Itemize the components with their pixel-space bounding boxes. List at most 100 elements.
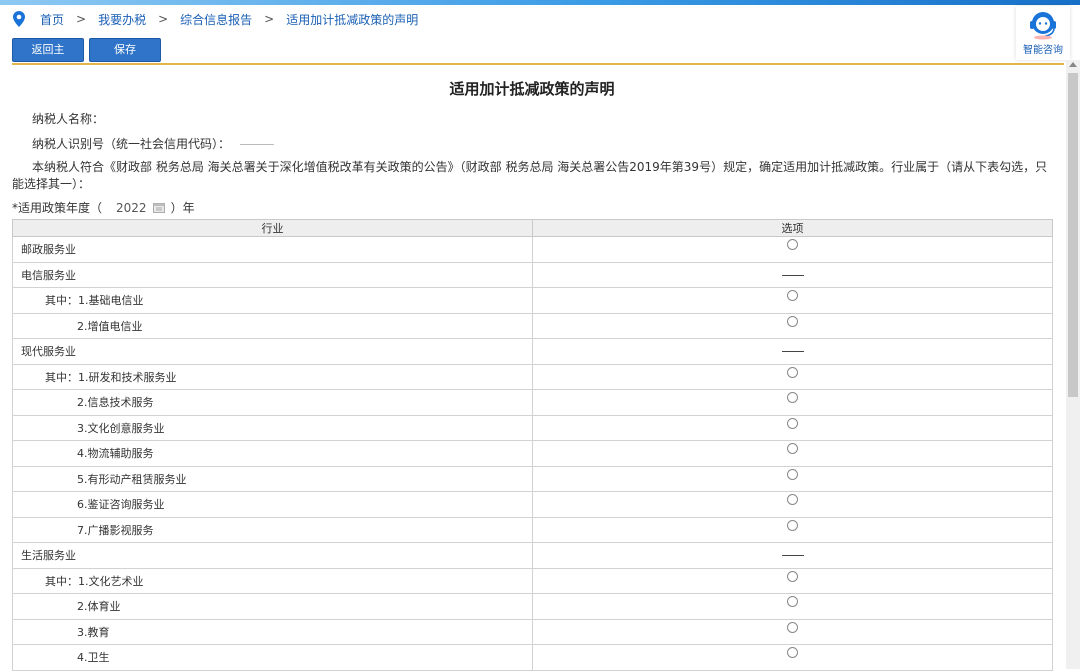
industry-cell: 7.广播影视服务 (12, 516, 533, 543)
industry-cell: 生活服务业 (12, 542, 533, 569)
industry-label: 5.有形动产租赁服务业 (77, 472, 187, 486)
industry-cell: 2.信息技术服务 (12, 389, 533, 416)
industry-radio[interactable] (787, 443, 798, 455)
industry-label: 2.增值电信业 (77, 319, 143, 333)
breadcrumb-current: 适用加计抵减政策的声明 (286, 12, 419, 27)
table-row: 现代服务业 (12, 338, 1053, 365)
industry-label: 邮政服务业 (21, 243, 76, 257)
industry-label: 2.体育业 (77, 600, 121, 614)
header-option: 选项 (532, 219, 1053, 237)
industry-label: 3.教育 (77, 625, 110, 639)
smart-consult-widget[interactable]: 智能咨询 (1016, 6, 1070, 60)
breadcrumb-tax[interactable]: 我要办税 (98, 11, 146, 28)
taxpayer-id-row: 纳税人识别号（统一社会信用代码）： (32, 135, 275, 152)
table-row: 生活服务业 (12, 542, 1053, 569)
header-industry: 行业 (12, 219, 533, 237)
industry-cell: 6.鉴证咨询服务业 (12, 491, 533, 518)
customer-service-icon (1030, 12, 1056, 40)
option-cell (532, 465, 1053, 492)
industry-label: 4.物流辅助服务 (77, 447, 154, 461)
table-body: 邮政服务业电信服务业其中：1.基础电信业 2.增值电信业 现代服务业其中：1.研发和… (12, 236, 1053, 671)
industry-radio[interactable] (787, 392, 798, 404)
table-row: 其中：1.基础电信业 (12, 287, 1053, 314)
breadcrumb-separator: > (264, 12, 275, 26)
industry-label: 4.卫生 (77, 651, 110, 665)
table-row: 4.物流辅助服务 (12, 440, 1053, 467)
scroll-up-arrow-icon[interactable] (1069, 62, 1077, 67)
industry-radio[interactable] (787, 315, 798, 327)
smart-consult-label: 智能咨询 (1023, 45, 1063, 56)
industry-cell: 其中：1.研发和技术服务业 (12, 363, 533, 390)
option-cell (532, 593, 1053, 620)
industry-label: 其中：1.文化艺术业 (45, 574, 144, 588)
option-cell (532, 567, 1053, 594)
industry-label: 电信服务业 (21, 268, 76, 282)
option-cell (532, 261, 1053, 288)
policy-year-row: *适用政策年度（ 2022 ）年 (12, 199, 195, 216)
breadcrumb-home[interactable]: 首页 (40, 11, 64, 28)
option-cell (532, 491, 1053, 518)
industry-radio[interactable] (787, 570, 798, 582)
table-row: 6.鉴证咨询服务业 (12, 491, 1053, 518)
breadcrumb-separator: > (76, 12, 87, 26)
table-header-row: 行业 选项 (12, 219, 1053, 237)
industry-label: 6.鉴证咨询服务业 (77, 498, 165, 512)
back-home-button[interactable]: 返回主页 (12, 38, 84, 78)
industry-radio[interactable] (787, 239, 798, 251)
table-row: 3.教育 (12, 618, 1053, 645)
industry-radio[interactable] (787, 366, 798, 378)
industry-cell: 其中：1.基础电信业 (12, 287, 533, 314)
page-title: 适用加计抵减政策的声明 (449, 80, 615, 98)
industry-cell: 2.增值电信业 (12, 312, 533, 339)
industry-radio[interactable] (787, 647, 798, 659)
breadcrumb-report[interactable]: 综合信息报告 (180, 11, 252, 28)
vertical-scrollbar[interactable] (1066, 60, 1080, 669)
option-cell (532, 389, 1053, 416)
option-cell (532, 287, 1053, 314)
location-pin-icon (13, 11, 25, 27)
table-row: 7.广播影视服务 (12, 516, 1053, 543)
table-row: 其中：1.研发和技术服务业 (12, 363, 1053, 390)
calendar-icon[interactable] (152, 202, 165, 213)
industry-radio[interactable] (787, 417, 798, 429)
industry-cell: 3.教育 (12, 618, 533, 645)
industry-label: 生活服务业 (21, 549, 76, 563)
breadcrumb: 首页 > 我要办税 > 综合信息报告 > 适用加计抵减政策的声明 (12, 11, 418, 27)
option-cell (532, 644, 1053, 671)
industry-cell: 邮政服务业 (12, 236, 533, 263)
industry-cell: 3.文化创意服务业 (12, 414, 533, 441)
option-cell (532, 312, 1053, 339)
industry-radio[interactable] (787, 494, 798, 506)
table-row: 2.增值电信业 (12, 312, 1053, 339)
industry-cell: 5.有形动产租赁服务业 (12, 465, 533, 492)
option-cell (532, 363, 1053, 390)
table-row: 4.卫生 (12, 644, 1053, 671)
table-row: 邮政服务业 (12, 236, 1053, 263)
industry-cell: 电信服务业 (12, 261, 533, 288)
industry-radio[interactable] (787, 519, 798, 531)
industry-label: 其中：1.研发和技术服务业 (45, 370, 177, 384)
industry-radio[interactable] (787, 468, 798, 480)
taxpayer-name-label: 纳税人名称： (32, 112, 105, 126)
table-row: 2.体育业 (12, 593, 1053, 620)
scrollbar-thumb[interactable] (1068, 73, 1078, 397)
industry-cell: 2.体育业 (12, 593, 533, 620)
option-cell (532, 618, 1053, 645)
industry-radio[interactable] (787, 290, 798, 302)
breadcrumb-separator: > (158, 12, 169, 26)
policy-year-suffix: ）年 (170, 201, 195, 215)
save-button[interactable]: 保存 (89, 38, 161, 62)
industry-cell: 4.卫生 (12, 644, 533, 671)
table-row: 2.信息技术服务 (12, 389, 1053, 416)
toolbar: 返回主页 保存 (12, 38, 161, 78)
industry-radio[interactable] (787, 596, 798, 608)
policy-year-input[interactable]: 2022 (116, 201, 147, 215)
industry-radio[interactable] (787, 621, 798, 633)
industry-label: 现代服务业 (21, 345, 76, 359)
not-applicable-dash (781, 555, 804, 557)
industry-cell: 4.物流辅助服务 (12, 440, 533, 467)
not-applicable-dash (781, 274, 804, 276)
policy-statement: 本纳税人符合《财政部 税务总局 海关总署关于深化增值税改革有关政策的公告》（财政… (12, 160, 1048, 191)
industry-cell: 现代服务业 (12, 338, 533, 365)
industry-label: 7.广播影视服务 (77, 523, 154, 537)
